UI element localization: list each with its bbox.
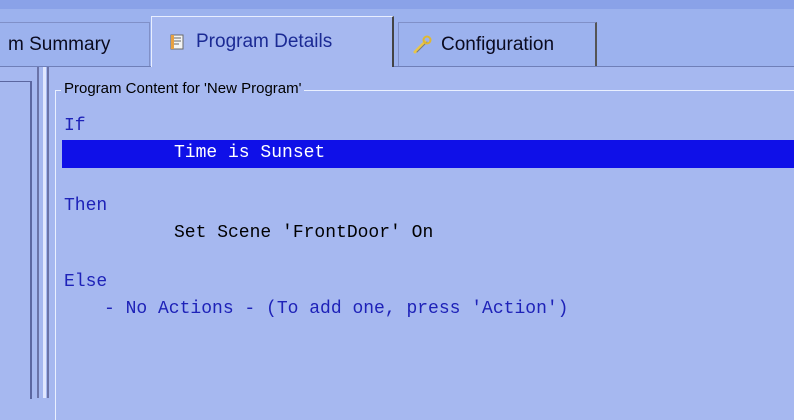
- tab-label: m Summary: [8, 33, 111, 55]
- tab-label: Program Details: [196, 31, 333, 52]
- then-keyword[interactable]: Then: [64, 196, 107, 216]
- condition-text: Time is Sunset: [174, 143, 326, 163]
- program-content-title: Program Content for 'New Program': [61, 80, 305, 97]
- if-keyword[interactable]: If: [64, 116, 86, 136]
- selected-condition-row[interactable]: Time is Sunset: [62, 140, 794, 168]
- wrench-icon: [411, 34, 433, 56]
- tab-program-details[interactable]: Program Details: [151, 16, 394, 67]
- left-pane: [0, 67, 34, 399]
- splitter-line: [47, 67, 49, 398]
- else-action[interactable]: - No Actions - (To add one, press 'Actio…: [104, 299, 568, 319]
- document-icon: [166, 31, 188, 53]
- splitter-line: [37, 67, 39, 398]
- tab-configuration[interactable]: Configuration: [398, 22, 597, 66]
- splitter-handle[interactable]: [43, 67, 46, 398]
- top-strip: [0, 0, 794, 9]
- then-action[interactable]: Set Scene 'FrontDoor' On: [174, 223, 433, 243]
- tab-program-summary[interactable]: m Summary: [0, 22, 150, 66]
- tab-bar-divider: [0, 66, 794, 67]
- else-keyword[interactable]: Else: [64, 272, 107, 292]
- tab-label: Configuration: [441, 33, 555, 55]
